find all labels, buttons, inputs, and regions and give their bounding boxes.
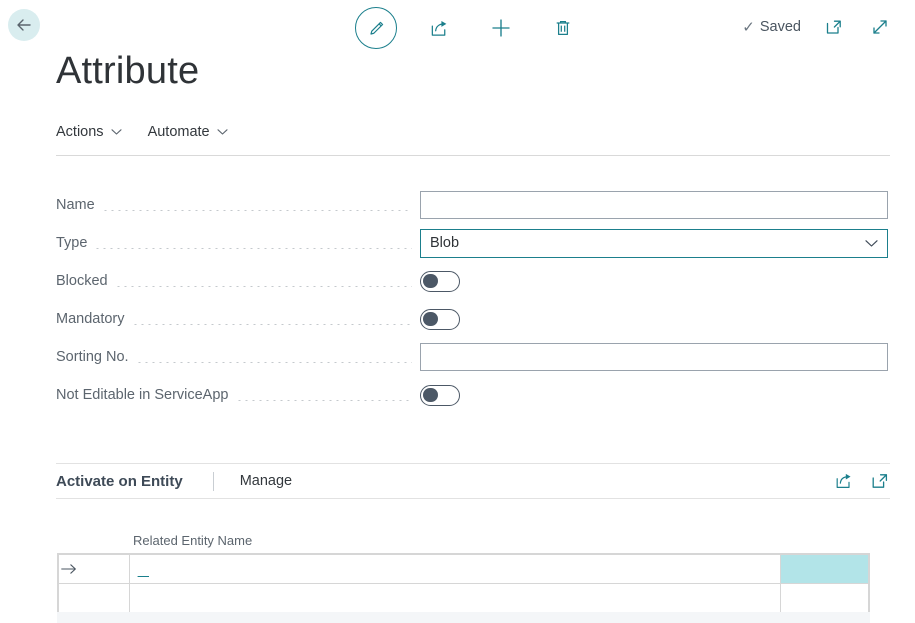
arrow-left-icon [14, 15, 34, 35]
blocked-toggle[interactable] [420, 270, 460, 292]
action-menubar: Actions Automate [56, 123, 890, 156]
chevron-down-icon [111, 128, 122, 136]
field-row-blocked: Blocked [56, 262, 890, 300]
toggle-knob [423, 273, 438, 289]
dotted-leader [94, 247, 412, 249]
row-indicator-cell [58, 554, 130, 584]
tab-divider [212, 471, 214, 491]
attribute-form: Name Type Blob Blocked Mandatory Sorting… [56, 186, 890, 414]
row-indicator-cell [58, 583, 130, 613]
field-row-type: Type Blob [56, 224, 890, 262]
chevron-down-icon[interactable] [865, 239, 878, 248]
field-label-not-editable-in-serviceapp: Not Editable in ServiceApp [56, 387, 236, 403]
type-select[interactable]: Blob [420, 228, 888, 258]
grid-column-header-related-entity-name: Related Entity Name [133, 533, 253, 548]
dotted-leader [131, 323, 412, 325]
delete-button[interactable] [543, 8, 583, 48]
share-button[interactable] [834, 471, 854, 491]
toolbar-right: ✓ Saved [742, 14, 893, 40]
tab-activate-on-entity[interactable]: Activate on Entity [56, 473, 183, 490]
open-in-new-window-button[interactable] [870, 471, 890, 491]
related-entity-name-value[interactable]: _ [137, 562, 149, 577]
subpage-header: Activate on Entity Manage [56, 463, 890, 499]
share-button[interactable] [419, 8, 459, 48]
back-button[interactable] [8, 9, 40, 41]
cell-empty[interactable] [780, 583, 869, 613]
edit-button[interactable] [355, 7, 397, 49]
mandatory-toggle[interactable] [420, 308, 460, 330]
trash-icon [553, 18, 573, 38]
share-icon [429, 18, 450, 39]
dotted-leader [114, 285, 412, 287]
open-in-new-window-button[interactable] [821, 14, 847, 40]
type-select-value: Blob [430, 235, 460, 251]
field-label-blocked: Blocked [56, 273, 115, 289]
arrow-right-icon [59, 562, 129, 576]
expand-button[interactable] [867, 14, 893, 40]
expand-arrows-icon [870, 17, 890, 37]
cell-highlighted[interactable] [780, 554, 869, 584]
new-button[interactable] [481, 8, 521, 48]
field-label-mandatory: Mandatory [56, 311, 132, 327]
attribute-card-page: ✓ Saved Attribute Actions Automate Name … [0, 0, 915, 623]
status-text: Saved [759, 19, 801, 35]
dotted-leader [135, 361, 412, 363]
table-row[interactable] [58, 583, 869, 613]
check-icon: ✓ [742, 18, 755, 36]
field-row-not-editable-in-serviceapp: Not Editable in ServiceApp [56, 376, 890, 414]
field-row-sorting-no: Sorting No. [56, 338, 890, 376]
open-in-new-window-icon [824, 17, 844, 37]
top-toolbar: ✓ Saved [0, 0, 915, 54]
plus-icon [490, 17, 512, 39]
field-label-name: Name [56, 197, 102, 213]
field-row-mandatory: Mandatory [56, 300, 890, 338]
cell-related-entity-name[interactable]: _ [128, 554, 782, 584]
toolbar-actions [355, 7, 583, 49]
status-badge: ✓ Saved [742, 19, 801, 35]
menu-actions[interactable]: Actions [56, 123, 122, 140]
field-label-type: Type [56, 235, 95, 251]
toggle-knob [423, 387, 438, 403]
pencil-icon [367, 19, 386, 38]
tab-manage[interactable]: Manage [240, 473, 292, 489]
sorting-no-input[interactable] [420, 343, 888, 371]
not-editable-in-serviceapp-toggle[interactable] [420, 384, 460, 406]
field-label-sorting-no: Sorting No. [56, 349, 136, 365]
dotted-leader [235, 399, 412, 401]
table-row[interactable]: _ [58, 554, 869, 584]
toggle-knob [423, 311, 438, 327]
menu-actions-label: Actions [56, 124, 104, 140]
name-input[interactable] [420, 191, 888, 219]
chevron-down-icon [217, 128, 228, 136]
menu-automate-label: Automate [147, 124, 210, 140]
menu-automate[interactable]: Automate [148, 123, 228, 140]
subpage-actions [834, 471, 890, 491]
field-row-name: Name [56, 186, 890, 224]
cell-related-entity-name[interactable] [128, 583, 782, 613]
related-entity-grid: _ [57, 553, 870, 614]
dotted-leader [101, 209, 412, 211]
grid-footer [57, 612, 870, 623]
page-title: Attribute [56, 50, 200, 92]
